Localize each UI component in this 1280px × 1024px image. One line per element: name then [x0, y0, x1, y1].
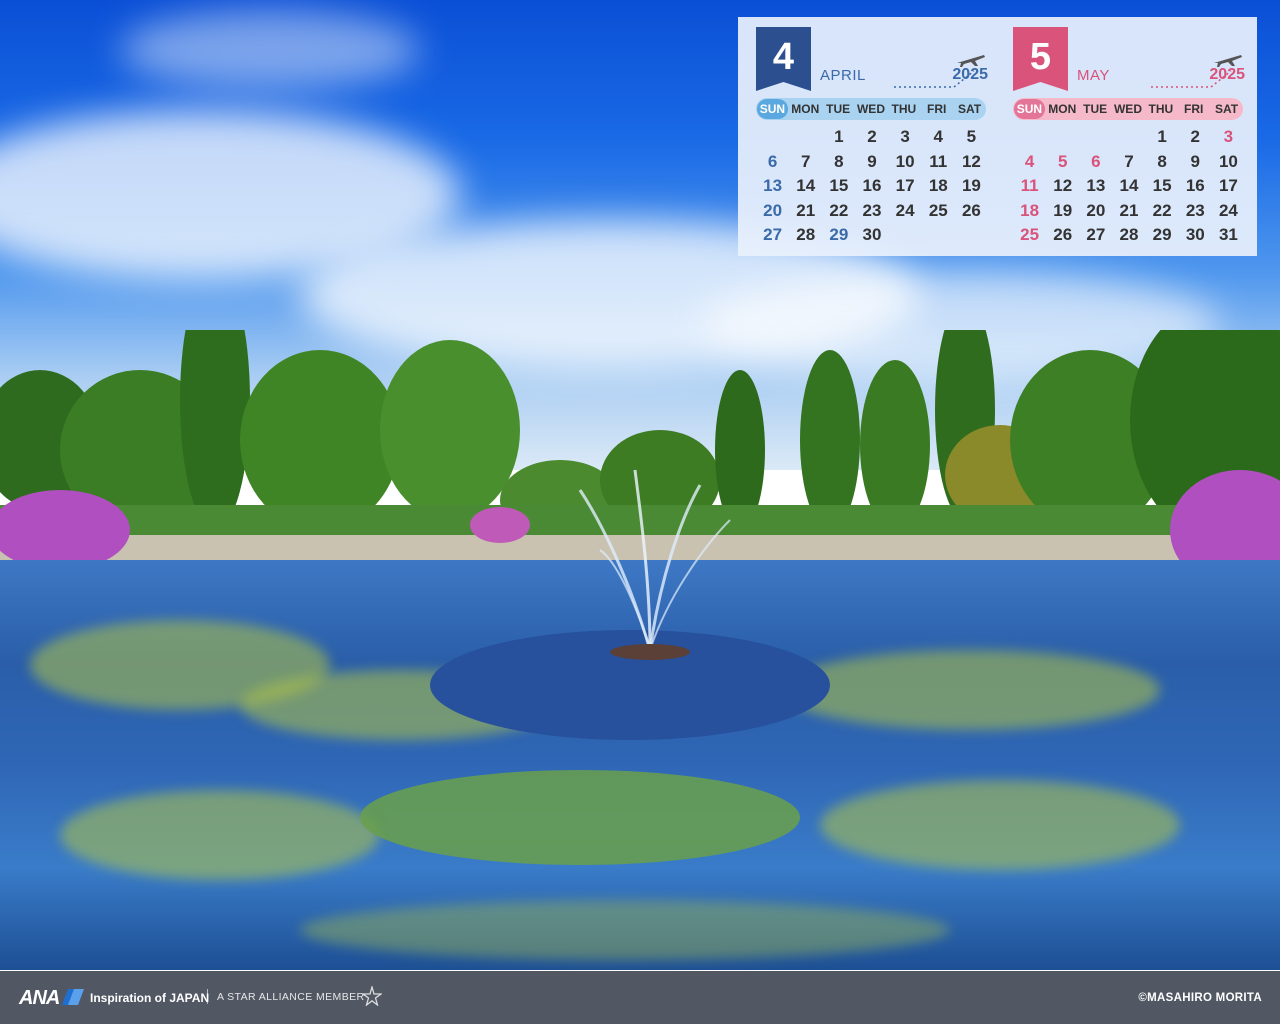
day-cell: 16	[862, 176, 882, 196]
day-cell: 12	[961, 151, 981, 171]
day-cell: 6	[1091, 151, 1101, 171]
day-cell: 6	[767, 151, 778, 171]
weekday-label: SAT	[1215, 102, 1239, 116]
day-cell: 15	[829, 176, 849, 196]
cloud	[120, 10, 420, 90]
day-cell: 29	[829, 225, 849, 245]
day-cell: 4	[1024, 151, 1035, 171]
day-cell: 13	[763, 176, 783, 196]
day-cell: 28	[796, 225, 816, 245]
weekday-label: SAT	[958, 102, 982, 116]
day-cell: 3	[1223, 127, 1234, 147]
divider	[207, 989, 208, 1004]
calendar-panel: 4 APRIL 2025 SUN MON TUE WED THU FRI SAT…	[738, 17, 1257, 256]
ana-logo-icon: ANA	[19, 987, 60, 1009]
day-cell: 9	[867, 151, 877, 171]
day-cell: 14	[1119, 176, 1139, 196]
weekday-label: TUE	[1083, 102, 1108, 116]
day-cell: 19	[1053, 200, 1073, 220]
fountain	[578, 469, 731, 660]
weekday-header: SUN MON TUE WED THU FRI SAT	[756, 98, 986, 120]
day-cell: 11	[929, 151, 948, 171]
weekday-label: SUN	[1014, 99, 1045, 119]
day-cell: 24	[1218, 200, 1238, 220]
day-cell: 30	[862, 225, 882, 245]
month-april: 4 APRIL 2025 SUN MON TUE WED THU FRI SAT…	[754, 17, 990, 256]
day-cell: 2	[1190, 127, 1200, 147]
weekday-label: TUE	[826, 102, 851, 116]
weekday-label: WED	[1113, 102, 1142, 116]
day-cell: 9	[1190, 151, 1200, 171]
month-name: MAY	[1077, 67, 1110, 84]
ana-logo-stripe	[62, 989, 84, 1005]
footer-bar: ANA Inspiration of JAPAN A STAR ALLIANCE…	[0, 971, 1280, 1024]
day-cell: 21	[1119, 200, 1139, 220]
weekday-label: WED	[856, 102, 885, 116]
month-number-flag: 4	[756, 27, 811, 91]
day-cell: 18	[1020, 200, 1040, 220]
weekday-label: MON	[791, 102, 820, 116]
day-cell: 17	[895, 176, 915, 196]
month-may: 5 MAY 2025 SUN MON TUE WED THU FRI SAT 1…	[1011, 17, 1247, 256]
day-cell: 22	[1152, 200, 1172, 220]
day-cell: 17	[1218, 176, 1238, 196]
day-cell: 27	[1086, 225, 1106, 245]
month-name: APRIL	[820, 67, 866, 84]
day-cell: 1	[834, 127, 844, 147]
day-cell: 7	[1124, 151, 1134, 171]
day-cell: 15	[1152, 176, 1172, 196]
weekday-label: SUN	[757, 99, 788, 119]
day-cell: 10	[1218, 151, 1238, 171]
day-cell: 8	[834, 151, 844, 171]
weekday-label: THU	[1148, 102, 1174, 116]
airplane-icon	[957, 55, 985, 67]
day-cell: 4	[933, 127, 943, 147]
day-cell: 19	[961, 176, 981, 196]
day-cell: 21	[796, 200, 816, 220]
airplane-icon	[1214, 55, 1242, 67]
month-number-flag: 5	[1013, 27, 1068, 91]
day-cell: 12	[1053, 176, 1073, 196]
day-cell: 5	[1057, 151, 1068, 171]
day-cell: 22	[829, 200, 849, 220]
day-cell: 18	[928, 176, 948, 196]
day-grid: 1 2 3 4 5 6 7 8 9 10 11 12 13 14 15 16 17 18 19 20 21 22 23 24 2…	[756, 125, 988, 248]
lily-pads	[360, 770, 800, 865]
day-cell: 7	[800, 151, 811, 171]
day-cell: 26	[1053, 225, 1073, 245]
day-grid: 1 2 3 4 5 6 7 8 9 10 11 12 13 14 15 16 17 18 19 20 21 22 23 24 2…	[1013, 125, 1245, 248]
day-cell: 10	[895, 151, 915, 171]
photo-credit: ©MASAHIRO MORITA	[1138, 992, 1262, 1004]
tagline: Inspiration of JAPAN	[90, 991, 210, 1005]
alliance-text: A STAR ALLIANCE MEMBER	[217, 991, 365, 1003]
day-cell: 26	[961, 200, 981, 220]
day-cell: 1	[1157, 127, 1167, 147]
weekday-label: FRI	[927, 102, 947, 116]
day-cell: 13	[1086, 176, 1106, 196]
weekday-label: FRI	[1184, 102, 1204, 116]
day-cell: 30	[1185, 225, 1205, 245]
day-cell: 24	[895, 200, 915, 220]
day-cell: 23	[862, 200, 882, 220]
day-cell: 25	[928, 200, 948, 220]
day-cell: 23	[1185, 200, 1205, 220]
day-cell: 8	[1157, 151, 1167, 171]
day-cell: 20	[1086, 200, 1106, 220]
day-cell: 29	[1152, 225, 1172, 245]
day-cell: 16	[1185, 176, 1205, 196]
day-cell: 2	[867, 127, 877, 147]
weekday-label: MON	[1048, 102, 1077, 116]
weekday-label: THU	[891, 102, 917, 116]
day-cell: 11	[1020, 176, 1039, 196]
day-cell: 5	[966, 127, 977, 147]
weekday-header: SUN MON TUE WED THU FRI SAT	[1013, 98, 1243, 120]
star-alliance-icon	[362, 986, 382, 1006]
day-cell: 27	[763, 225, 783, 245]
day-cell: 20	[763, 200, 783, 220]
day-cell: 3	[900, 127, 910, 147]
day-cell: 31	[1218, 225, 1238, 245]
day-cell: 28	[1119, 225, 1139, 245]
day-cell: 25	[1020, 225, 1040, 245]
day-cell: 14	[796, 176, 816, 196]
